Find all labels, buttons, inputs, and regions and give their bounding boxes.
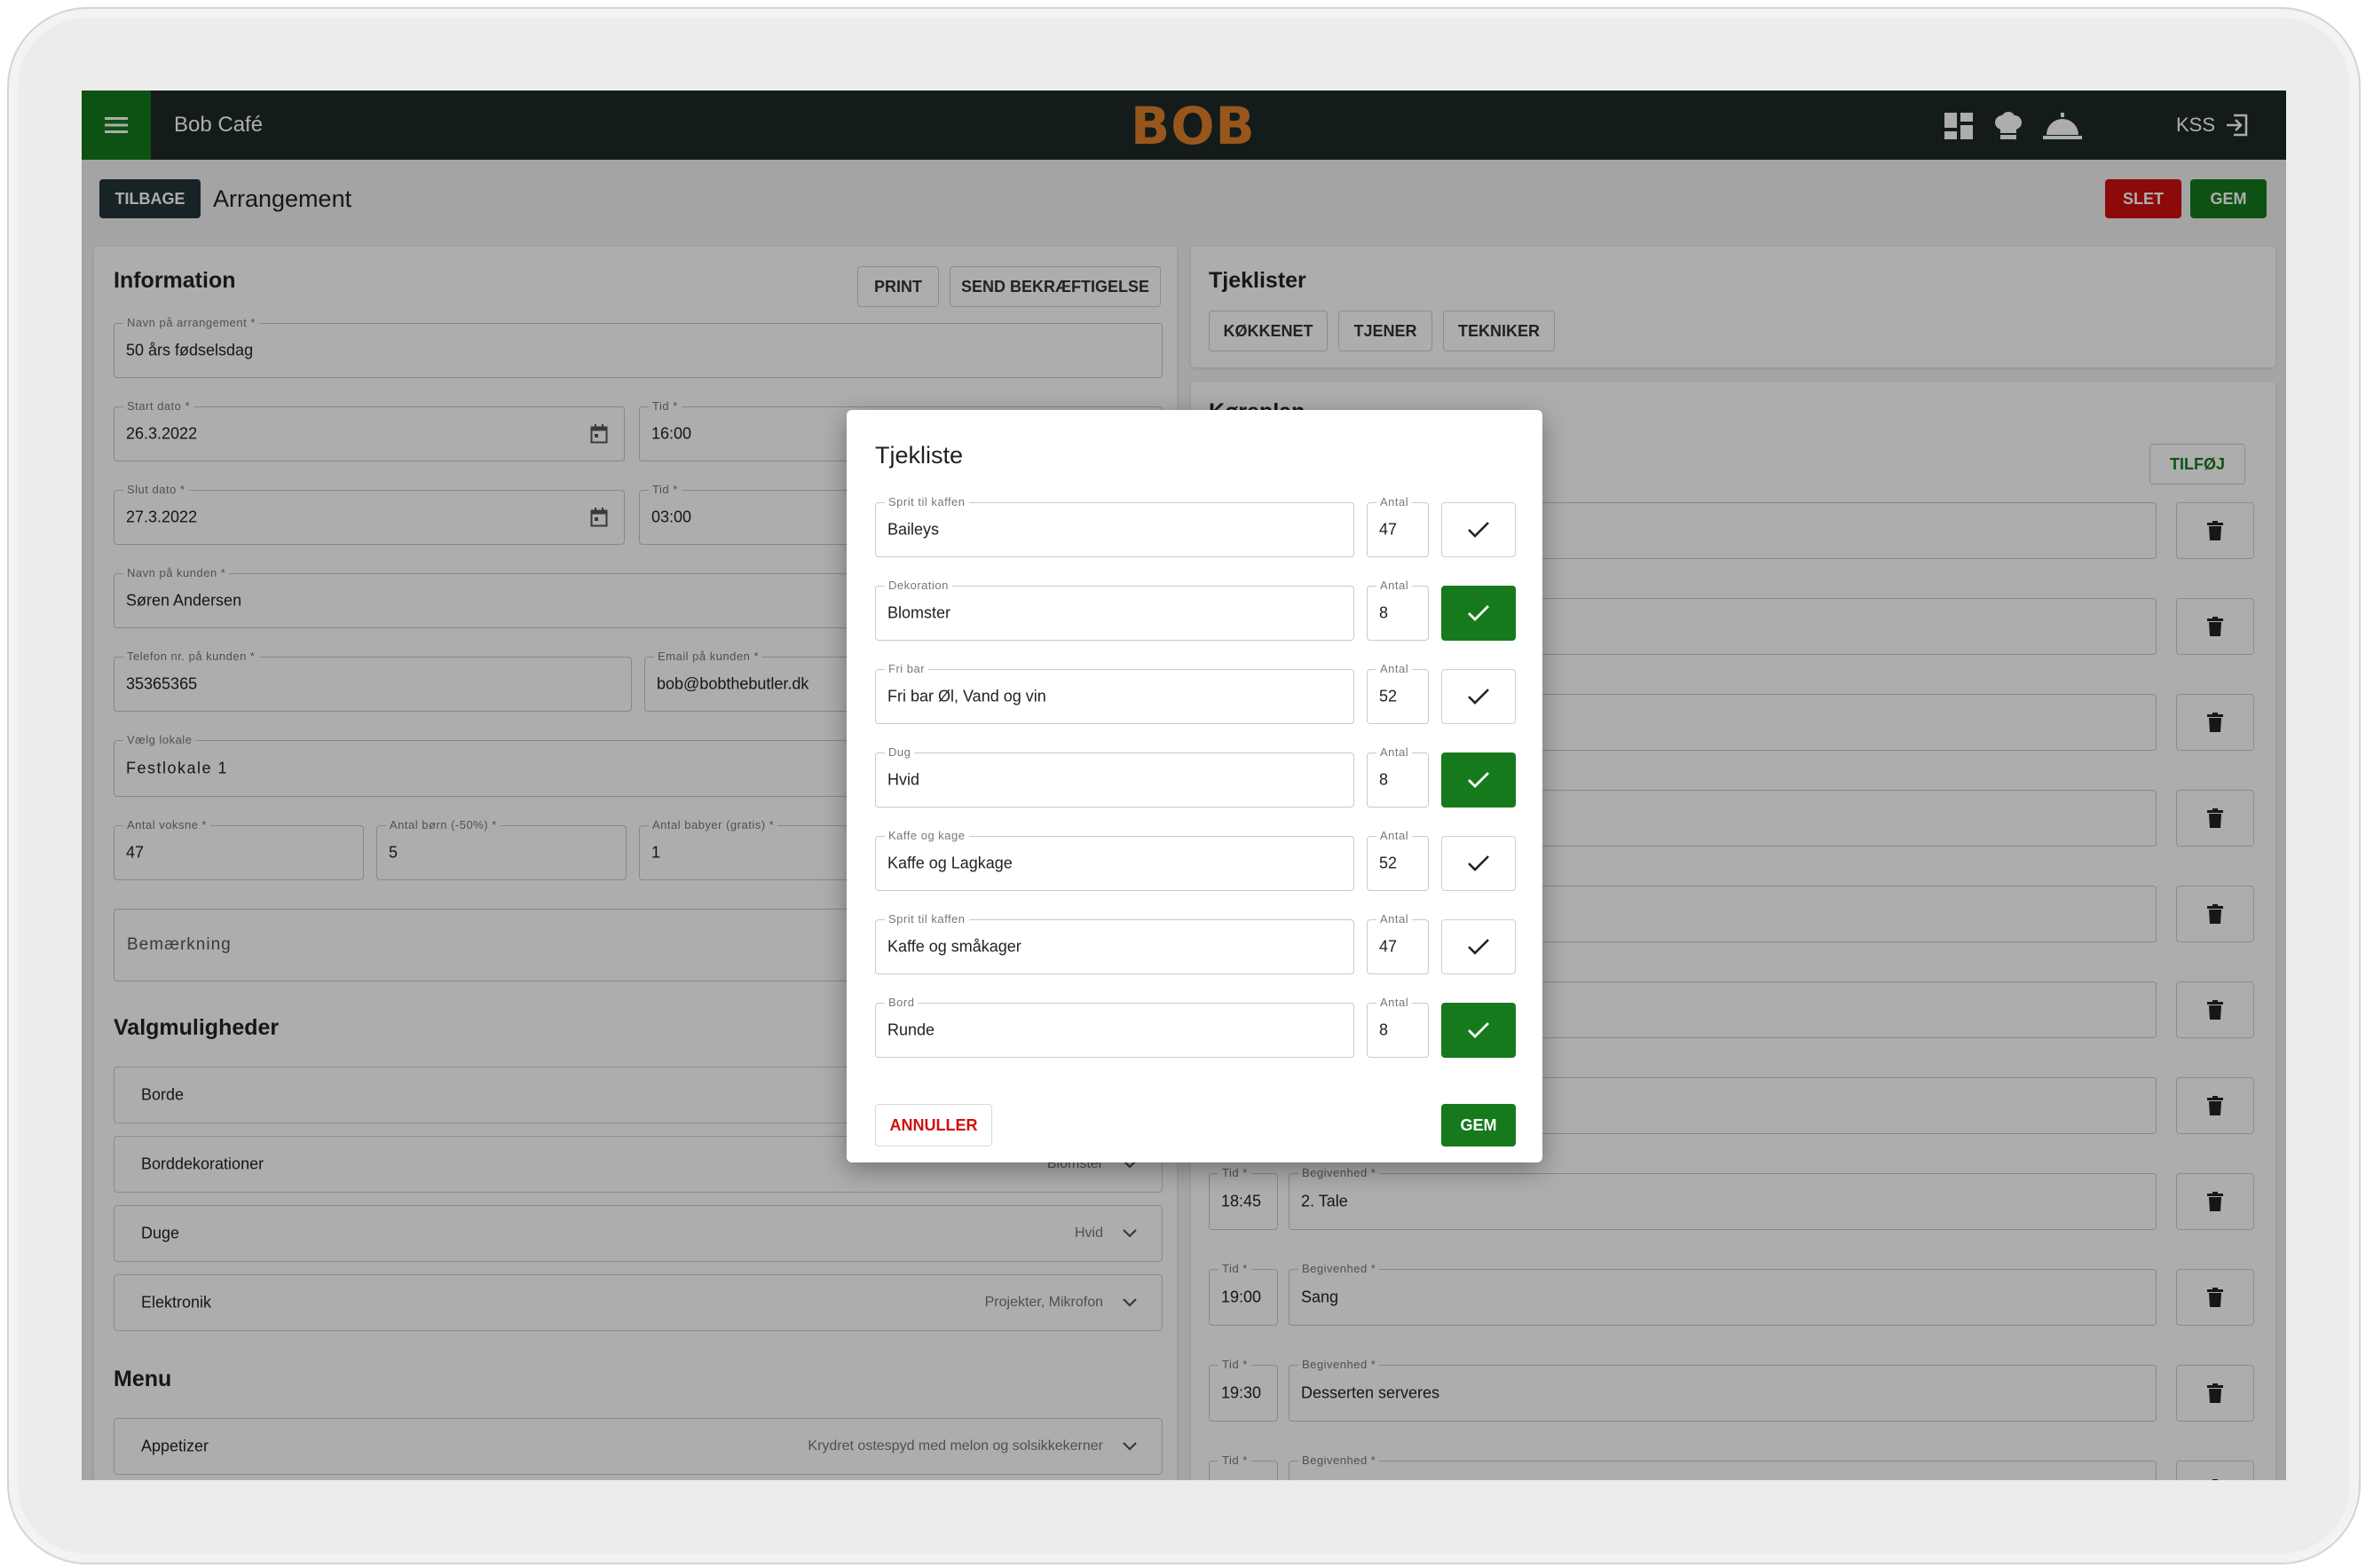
- check-icon: [1468, 522, 1489, 538]
- field-value: Kaffe og småkager: [887, 937, 1021, 956]
- field-label: Antal: [1376, 495, 1413, 508]
- check-button[interactable]: [1441, 502, 1516, 557]
- check-button[interactable]: [1441, 836, 1516, 891]
- check-icon: [1468, 855, 1489, 871]
- field-label: Fri bar: [885, 662, 929, 675]
- field-value: Kaffe og Lagkage: [887, 854, 1013, 872]
- check-button-checked[interactable]: [1441, 1003, 1516, 1058]
- dialog-save-button[interactable]: GEM: [1441, 1104, 1516, 1146]
- checklist-item-field[interactable]: Fri bar Fri bar Øl, Vand og vin: [875, 662, 1354, 724]
- dialog-title: Tjekliste: [875, 442, 964, 469]
- checklist-dialog: Tjekliste Sprit til kaffen Baileys Antal…: [847, 410, 1542, 1162]
- field-value: Baileys: [887, 520, 940, 539]
- field-value: Blomster: [887, 603, 951, 622]
- check-button-checked[interactable]: [1441, 586, 1516, 641]
- check-icon: [1468, 605, 1489, 621]
- field-label: Sprit til kaffen: [885, 495, 969, 508]
- field-value: 47: [1379, 520, 1398, 539]
- check-icon: [1468, 689, 1489, 705]
- checklist-qty-field[interactable]: Antal 47: [1367, 495, 1429, 557]
- checklist-item-field[interactable]: Sprit til kaffen Kaffe og småkager: [875, 912, 1354, 974]
- checklist-qty-field[interactable]: Antal 8: [1367, 579, 1429, 641]
- field-value: Fri bar Øl, Vand og vin: [887, 687, 1046, 705]
- field-value: 52: [1379, 687, 1398, 705]
- checklist-item-field[interactable]: Dekoration Blomster: [875, 579, 1354, 641]
- field-label: Bord: [885, 996, 919, 1009]
- field-label: Antal: [1376, 912, 1413, 926]
- field-label: Antal: [1376, 662, 1413, 675]
- check-icon: [1468, 939, 1489, 955]
- field-label: Kaffe og kage: [885, 829, 969, 842]
- check-button[interactable]: [1441, 919, 1516, 974]
- checklist-item-field[interactable]: Bord Runde: [875, 996, 1354, 1058]
- field-label: Dekoration: [885, 579, 952, 592]
- check-icon: [1468, 1022, 1489, 1038]
- checklist-qty-field[interactable]: Antal 8: [1367, 996, 1429, 1058]
- checklist-item-field[interactable]: Dug Hvid: [875, 745, 1354, 808]
- cancel-button[interactable]: ANNULLER: [875, 1104, 992, 1146]
- field-value: Runde: [887, 1020, 935, 1039]
- checklist-qty-field[interactable]: Antal 52: [1367, 662, 1429, 724]
- field-label: Antal: [1376, 829, 1413, 842]
- field-value: 8: [1379, 1020, 1389, 1039]
- check-button[interactable]: [1441, 669, 1516, 724]
- field-label: Dug: [885, 745, 915, 759]
- field-value: 47: [1379, 937, 1398, 956]
- field-label: Antal: [1376, 579, 1413, 592]
- checklist-item-field[interactable]: Sprit til kaffen Baileys: [875, 495, 1354, 557]
- field-label: Antal: [1376, 996, 1413, 1009]
- app-screen: Bob Café BOB KSS TILBAGE Arrangement SLE…: [82, 91, 2286, 1480]
- field-label: Antal: [1376, 745, 1413, 759]
- field-value: Hvid: [887, 770, 920, 789]
- field-value: 8: [1379, 770, 1389, 789]
- checklist-item-field[interactable]: Kaffe og kage Kaffe og Lagkage: [875, 829, 1354, 891]
- field-value: 52: [1379, 854, 1398, 872]
- check-button-checked[interactable]: [1441, 752, 1516, 808]
- field-value: 8: [1379, 603, 1389, 622]
- checklist-qty-field[interactable]: Antal 52: [1367, 829, 1429, 891]
- check-icon: [1468, 772, 1489, 788]
- checklist-qty-field[interactable]: Antal 47: [1367, 912, 1429, 974]
- field-label: Sprit til kaffen: [885, 912, 969, 926]
- checklist-qty-field[interactable]: Antal 8: [1367, 745, 1429, 808]
